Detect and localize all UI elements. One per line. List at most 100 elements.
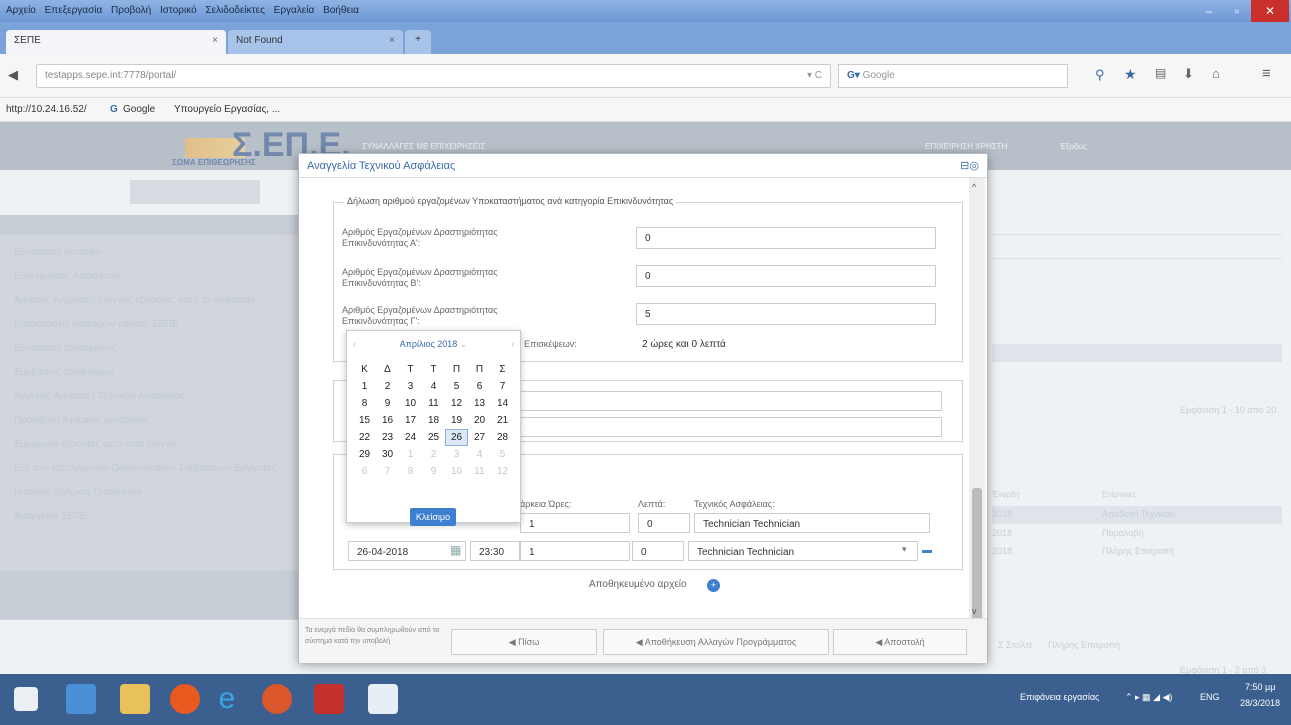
day-cell[interactable]: 8 (399, 463, 422, 480)
star-icon[interactable]: ★ (1124, 66, 1137, 83)
technician-input[interactable]: Technician Technician (694, 513, 930, 533)
day-cell[interactable]: 14 (491, 395, 514, 412)
day-cell[interactable]: 2 (376, 378, 399, 395)
day-cell[interactable]: 21 (491, 412, 514, 429)
day-cell[interactable]: 8 (353, 395, 376, 412)
remove-row-icon[interactable] (922, 550, 932, 553)
day-cell[interactable]: 10 (399, 395, 422, 412)
day-cell[interactable]: 22 (353, 429, 376, 446)
scroll-up-icon[interactable]: ^ (972, 182, 976, 192)
day-cell[interactable]: 10 (445, 463, 468, 480)
day-cell[interactable]: 28 (491, 429, 514, 446)
day-cell[interactable]: 13 (468, 395, 491, 412)
chrome-icon[interactable] (170, 684, 200, 714)
day-cell[interactable]: 2 (422, 446, 445, 463)
tab-close-icon[interactable]: × (212, 35, 218, 46)
day-cell[interactable]: 30 (376, 446, 399, 463)
clock-date[interactable]: 28/3/2018 (1240, 698, 1280, 708)
employees-c-input[interactable]: 5 (636, 303, 936, 325)
employees-b-input[interactable]: 0 (636, 265, 936, 287)
day-cell[interactable]: 7 (491, 378, 514, 395)
day-cell[interactable]: 16 (376, 412, 399, 429)
download-icon[interactable]: ⬇ (1183, 66, 1194, 82)
day-cell[interactable]: 9 (422, 463, 445, 480)
menu-help[interactable]: Βοήθεια (323, 5, 359, 16)
folder-icon[interactable] (120, 684, 150, 714)
tab-not-found[interactable]: Not Found × (228, 30, 403, 54)
tab-sepe[interactable]: ΣΕΠΕ × (6, 30, 226, 54)
day-cell[interactable]: 12 (491, 463, 514, 480)
chevron-down-icon[interactable]: ▾ (902, 544, 907, 555)
windows-start-icon[interactable] (14, 687, 38, 711)
document-icon[interactable] (368, 684, 398, 714)
hours-input[interactable]: 1 (520, 541, 630, 561)
calendar-close-button[interactable]: Κλείσιμο (410, 508, 456, 526)
maximize-icon[interactable]: ▫ (1223, 0, 1251, 22)
date-input[interactable]: 26-04-2018 (348, 541, 466, 561)
search-icon[interactable]: ⚲ (1095, 67, 1105, 83)
day-cell[interactable]: 1 (353, 378, 376, 395)
office-icon[interactable] (314, 684, 344, 714)
text-input[interactable] (502, 417, 942, 437)
day-cell[interactable]: 20 (468, 412, 491, 429)
day-cell[interactable]: 6 (353, 463, 376, 480)
explorer-icon[interactable] (66, 684, 96, 714)
day-cell[interactable]: 6 (468, 378, 491, 395)
tray-icons[interactable]: ⌃ ▸ ▦ ◢ ◀) (1125, 692, 1172, 703)
menu-file[interactable]: Αρχείο (6, 5, 36, 16)
url-bar[interactable]: testapps.sepe.int:7778/portal/ ▾ C (36, 64, 831, 88)
hamburger-menu-icon[interactable]: ≡ (1262, 65, 1271, 82)
back-arrow-icon[interactable]: ◀ (8, 67, 18, 83)
time-input[interactable]: 23:30 (470, 541, 520, 561)
calendar-icon[interactable]: ▦ (450, 543, 461, 557)
search-input[interactable]: G▾ Google (838, 64, 1068, 88)
day-cell[interactable]: 15 (353, 412, 376, 429)
bookmark-google[interactable]: Google (123, 104, 155, 115)
day-cell[interactable]: 4 (468, 446, 491, 463)
hours-input[interactable]: 1 (520, 513, 630, 533)
minimize-icon[interactable]: – (1195, 0, 1223, 22)
day-cell[interactable]: 29 (353, 446, 376, 463)
menu-bookmarks[interactable]: Σελιδοδείκτες (205, 5, 264, 16)
day-cell[interactable]: 17 (399, 412, 422, 429)
day-cell[interactable]: 1 (399, 446, 422, 463)
day-cell-selected[interactable]: 26 (445, 429, 468, 446)
day-cell[interactable]: 11 (422, 395, 445, 412)
day-cell[interactable]: 11 (468, 463, 491, 480)
scroll-down-icon[interactable]: v (972, 606, 977, 616)
day-cell[interactable]: 23 (376, 429, 399, 446)
clock-time[interactable]: 7:50 μμ (1245, 682, 1275, 692)
day-cell[interactable]: 12 (445, 395, 468, 412)
day-cell[interactable]: 9 (376, 395, 399, 412)
day-cell[interactable]: 3 (445, 446, 468, 463)
employees-a-input[interactable]: 0 (636, 227, 936, 249)
day-cell[interactable]: 5 (491, 446, 514, 463)
menu-tools[interactable]: Εργαλεία (274, 5, 315, 16)
window-icon[interactable]: ⊟◎ (960, 159, 979, 172)
close-icon[interactable]: ✕ (1251, 0, 1289, 22)
day-cell[interactable]: 27 (468, 429, 491, 446)
bookmark-ministry[interactable]: Υπουργείο Εργασίας, ... (174, 104, 280, 115)
day-cell[interactable]: 3 (399, 378, 422, 395)
save-changes-button[interactable]: ◀ Αποθήκευση Αλλαγών Προγράμματος (603, 629, 829, 655)
tab-close-icon[interactable]: × (389, 35, 395, 46)
menu-view[interactable]: Προβολή (111, 5, 151, 16)
reload-icon[interactable]: ▾ C (807, 70, 822, 81)
modal-scrollbar[interactable]: ^ v (969, 178, 985, 628)
new-tab-button[interactable]: + (405, 30, 431, 54)
day-cell[interactable]: 5 (445, 378, 468, 395)
menu-edit[interactable]: Επεξεργασία (45, 5, 103, 16)
submit-button[interactable]: ◀ Αποστολή (833, 629, 967, 655)
back-button[interactable]: ◀ Πίσω (451, 629, 597, 655)
day-cell[interactable]: 18 (422, 412, 445, 429)
next-month-icon[interactable]: › (511, 339, 514, 349)
clipboard-icon[interactable]: ▤ (1155, 66, 1166, 80)
day-cell[interactable]: 4 (422, 378, 445, 395)
internet-explorer-icon[interactable]: e (212, 684, 242, 714)
day-cell[interactable]: 7 (376, 463, 399, 480)
home-icon[interactable]: ⌂ (1212, 66, 1220, 81)
text-input[interactable] (502, 391, 942, 411)
month-label[interactable]: Απρίλιος 2018 (400, 339, 458, 349)
day-cell[interactable]: 25 (422, 429, 445, 446)
prev-month-icon[interactable]: ‹ (353, 339, 356, 349)
